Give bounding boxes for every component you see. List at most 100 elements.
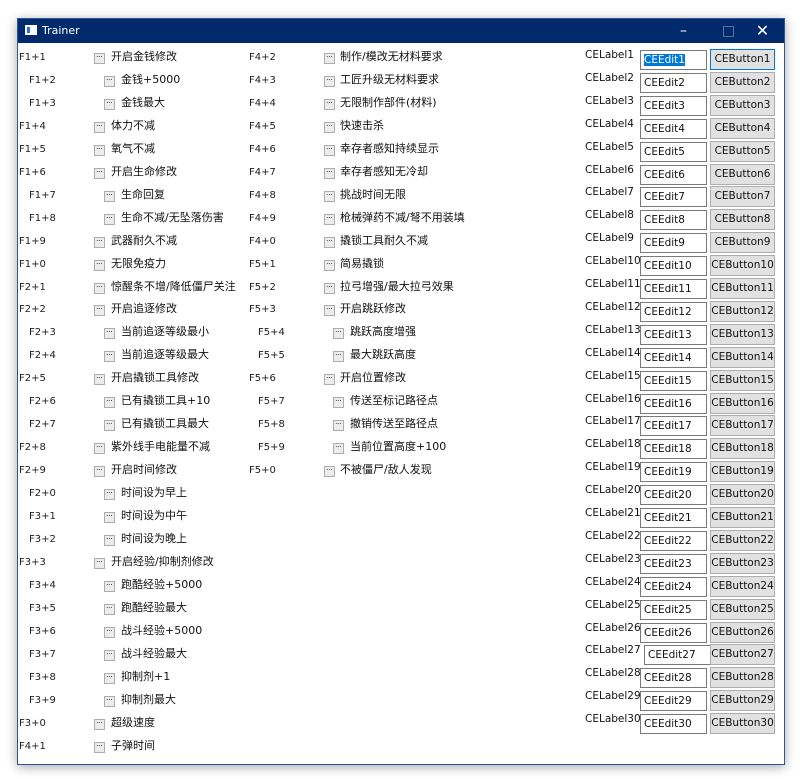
cheat-checkbox[interactable] xyxy=(104,647,115,661)
ce-edit-field[interactable]: CEEdit12 xyxy=(640,301,707,322)
cheat-label[interactable]: 开启撬锁工具修改 xyxy=(111,371,199,385)
cheat-label[interactable]: 幸存者感知持续显示 xyxy=(340,142,439,156)
cheat-label[interactable]: 子弹时间 xyxy=(111,739,155,753)
ce-button[interactable]: CEButton7 xyxy=(710,186,775,208)
cheat-checkbox[interactable] xyxy=(104,211,115,225)
cheat-checkbox[interactable] xyxy=(324,73,335,87)
cheat-checkbox[interactable] xyxy=(324,280,335,294)
title-bar[interactable]: Trainer – □ ✕ xyxy=(18,19,784,43)
cheat-checkbox[interactable] xyxy=(94,119,105,133)
cheat-label[interactable]: 工匠升级无材料要求 xyxy=(340,73,439,87)
ce-button[interactable]: CEButton10 xyxy=(710,255,775,277)
cheat-label[interactable]: 氧气不减 xyxy=(111,142,155,156)
cheat-checkbox[interactable] xyxy=(104,73,115,87)
ce-edit-field[interactable]: CEEdit16 xyxy=(640,393,707,414)
cheat-checkbox[interactable] xyxy=(104,509,115,523)
cheat-label[interactable]: 时间设为中午 xyxy=(121,509,187,523)
cheat-label[interactable]: 时间设为早上 xyxy=(121,486,187,500)
ce-button[interactable]: CEButton25 xyxy=(710,598,775,620)
cheat-checkbox[interactable] xyxy=(94,280,105,294)
ce-button[interactable]: CEButton19 xyxy=(710,461,775,483)
cheat-checkbox[interactable] xyxy=(104,532,115,546)
cheat-label[interactable]: 制作/模改无材料要求 xyxy=(340,50,443,64)
cheat-label[interactable]: 开启金钱修改 xyxy=(111,50,177,64)
cheat-checkbox[interactable] xyxy=(333,440,344,455)
ce-edit-field[interactable]: CEEdit14 xyxy=(640,347,707,368)
cheat-label[interactable]: 跳跃高度增强 xyxy=(350,325,416,339)
cheat-label[interactable]: 撤销传送至路径点 xyxy=(350,417,438,431)
cheat-checkbox[interactable] xyxy=(104,394,115,409)
cheat-checkbox[interactable] xyxy=(104,670,115,684)
cheat-checkbox[interactable] xyxy=(104,325,115,340)
ce-button[interactable]: CEButton11 xyxy=(710,278,775,299)
cheat-label[interactable]: 金钱最大 xyxy=(121,96,165,110)
cheat-label[interactable]: 抑制剂+1 xyxy=(121,670,170,684)
ce-edit-field[interactable]: CEEdit27 xyxy=(644,645,711,666)
cheat-label[interactable]: 跑酷经验最大 xyxy=(121,601,187,615)
ce-edit-field[interactable]: CEEdit23 xyxy=(640,553,707,574)
cheat-checkbox[interactable] xyxy=(94,716,105,730)
cheat-label[interactable]: 体力不减 xyxy=(111,119,155,133)
cheat-label[interactable]: 金钱+5000 xyxy=(121,73,180,87)
cheat-label[interactable]: 开启时间修改 xyxy=(111,463,177,477)
ce-edit-field[interactable]: CEEdit24 xyxy=(640,576,707,597)
ce-edit-field[interactable]: CEEdit30 xyxy=(640,714,707,735)
cheat-checkbox[interactable] xyxy=(94,165,105,179)
cheat-checkbox[interactable] xyxy=(324,188,335,202)
cheat-label[interactable]: 挑战时间无限 xyxy=(340,188,406,202)
ce-button[interactable]: CEButton1 xyxy=(710,49,775,70)
cheat-checkbox[interactable] xyxy=(333,417,344,432)
cheat-checkbox[interactable] xyxy=(94,463,105,478)
close-button[interactable]: ✕ xyxy=(740,19,784,43)
ce-button[interactable]: CEButton15 xyxy=(710,369,775,391)
cheat-label[interactable]: 枪械弹药不减/弩不用装填 xyxy=(340,211,465,225)
ce-edit-field[interactable]: CEEdit13 xyxy=(640,324,707,345)
cheat-label[interactable]: 撬锁工具耐久不减 xyxy=(340,234,428,248)
ce-edit-field[interactable]: CEEdit15 xyxy=(640,370,707,391)
cheat-checkbox[interactable] xyxy=(104,96,115,110)
cheat-label[interactable]: 快速击杀 xyxy=(340,119,384,133)
ce-edit-field[interactable]: CEEdit4 xyxy=(640,118,707,139)
ce-button[interactable]: CEButton5 xyxy=(710,140,775,162)
cheat-checkbox[interactable] xyxy=(94,50,105,64)
ce-button[interactable]: CEButton6 xyxy=(710,163,775,185)
cheat-checkbox[interactable] xyxy=(104,624,115,638)
cheat-label[interactable]: 已有撬锁工具+10 xyxy=(121,394,210,408)
ce-button[interactable]: CEButton2 xyxy=(710,71,775,93)
ce-button[interactable]: CEButton3 xyxy=(710,94,775,116)
cheat-label[interactable]: 生命不减/无坠落伤害 xyxy=(121,211,224,225)
ce-button[interactable]: CEButton12 xyxy=(710,300,775,322)
ce-button[interactable]: CEButton26 xyxy=(710,621,775,643)
cheat-label[interactable]: 紫外线手电能量不减 xyxy=(111,440,210,454)
cheat-label[interactable]: 幸存者感知无冷却 xyxy=(340,165,428,179)
cheat-checkbox[interactable] xyxy=(104,693,115,707)
minimize-button[interactable]: – xyxy=(661,19,706,43)
cheat-checkbox[interactable] xyxy=(324,165,335,179)
cheat-checkbox[interactable] xyxy=(324,119,335,133)
cheat-label[interactable]: 当前追逐等级最大 xyxy=(121,348,209,362)
ce-edit-field[interactable]: CEEdit21 xyxy=(640,508,707,528)
ce-button[interactable]: CEButton30 xyxy=(710,713,775,735)
cheat-label[interactable]: 超级速度 xyxy=(111,716,155,730)
cheat-label[interactable]: 开启跳跃修改 xyxy=(340,302,406,316)
ce-edit-field[interactable]: CEEdit18 xyxy=(640,439,707,460)
cheat-checkbox[interactable] xyxy=(94,555,105,569)
ce-button[interactable]: CEButton28 xyxy=(710,667,775,689)
ce-edit-field[interactable]: CEEdit22 xyxy=(640,530,707,551)
cheat-label[interactable]: 当前位置高度+100 xyxy=(350,440,446,454)
cheat-label[interactable]: 抑制剂最大 xyxy=(121,693,176,707)
cheat-checkbox[interactable] xyxy=(324,50,335,64)
ce-button[interactable]: CEButton16 xyxy=(710,392,775,414)
cheat-label[interactable]: 开启追逐修改 xyxy=(111,302,177,316)
ce-edit-field[interactable]: CEEdit29 xyxy=(640,691,707,712)
cheat-checkbox[interactable] xyxy=(104,601,115,615)
cheat-label[interactable]: 开启位置修改 xyxy=(340,371,406,385)
ce-edit-field[interactable]: CEEdit9 xyxy=(640,233,707,254)
cheat-label[interactable]: 战斗经验最大 xyxy=(121,647,187,661)
cheat-checkbox[interactable] xyxy=(324,211,335,225)
cheat-checkbox[interactable] xyxy=(94,234,105,248)
ce-edit-field[interactable]: CEEdit2 xyxy=(640,72,707,93)
ce-button[interactable]: CEButton20 xyxy=(710,484,775,506)
ce-button[interactable]: CEButton29 xyxy=(710,690,775,712)
ce-edit-field[interactable]: CEEdit7 xyxy=(640,187,707,208)
